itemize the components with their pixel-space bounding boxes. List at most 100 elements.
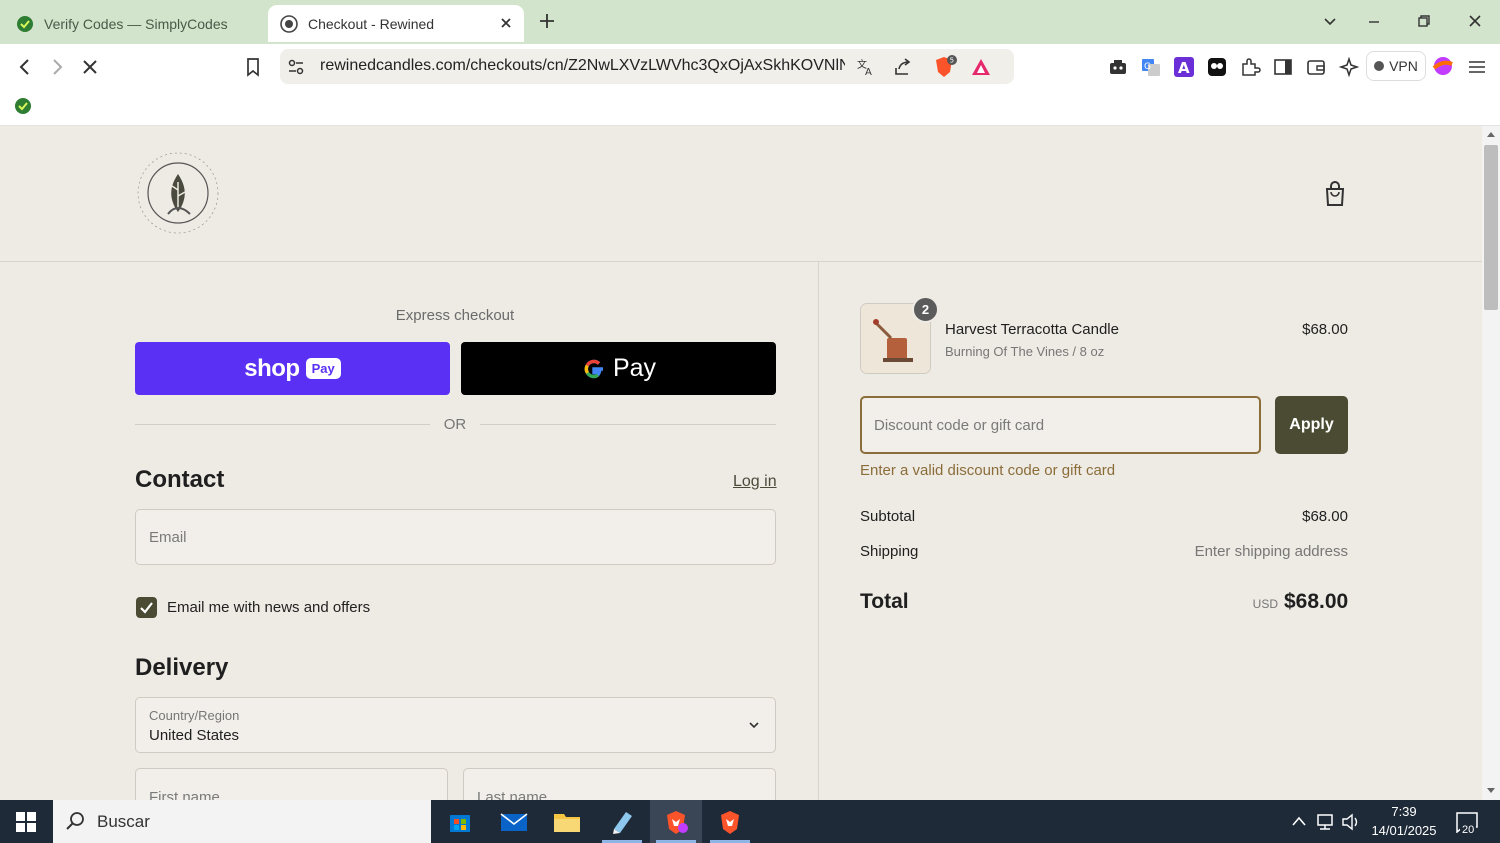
newsletter-checkbox[interactable] xyxy=(136,597,157,618)
tab-verify-codes[interactable]: Verify Codes — SimplyCodes xyxy=(16,5,256,42)
google-translate-extension-icon[interactable]: G xyxy=(1140,56,1162,78)
scrollbar-thumb[interactable] xyxy=(1484,145,1498,310)
google-pay-label: Pay xyxy=(612,354,657,382)
start-button[interactable] xyxy=(0,800,52,843)
contact-heading: Contact xyxy=(135,466,225,493)
site-settings-icon[interactable] xyxy=(287,58,305,76)
checkout-page: Express checkout shop Pay Pay OR Contact… xyxy=(0,126,1482,800)
header-divider xyxy=(0,261,1482,262)
apply-discount-button[interactable]: Apply xyxy=(1275,396,1348,454)
mail-icon xyxy=(500,812,528,831)
cart-bag-icon[interactable] xyxy=(1322,180,1348,208)
last-name-field[interactable]: Last name xyxy=(463,768,776,800)
first-name-field[interactable]: First name xyxy=(135,768,448,800)
or-divider-left xyxy=(135,424,430,425)
profile-avatar-icon[interactable] xyxy=(1432,55,1454,77)
product-name: Harvest Terracotta Candle xyxy=(945,321,1119,338)
shipping-value: Enter shipping address xyxy=(1194,543,1348,560)
taskbar-brave-active[interactable] xyxy=(650,800,702,843)
translate-icon[interactable]: 文A xyxy=(856,57,876,77)
vpn-button[interactable]: VPN xyxy=(1366,51,1426,81)
or-label: OR xyxy=(443,416,467,433)
google-pay-button[interactable]: Pay xyxy=(461,342,776,395)
close-tab-icon[interactable] xyxy=(498,15,514,31)
forward-icon[interactable] xyxy=(46,56,68,78)
login-link[interactable]: Log in xyxy=(733,473,777,491)
windows-taskbar: Buscar 7:39 14/01/2025 20 xyxy=(0,800,1500,843)
stop-loading-icon[interactable] xyxy=(79,56,101,78)
clock-date[interactable]: 14/01/2025 xyxy=(1368,823,1440,838)
svg-text:A: A xyxy=(1178,59,1190,77)
svg-text:A: A xyxy=(865,67,872,77)
simplycodes-bookmark-icon[interactable] xyxy=(14,97,32,115)
discount-error-message: Enter a valid discount code or gift card xyxy=(860,462,1116,479)
folder-icon xyxy=(554,813,580,832)
minimize-icon[interactable] xyxy=(1366,13,1382,29)
taskbar-search[interactable]: Buscar xyxy=(53,800,431,843)
network-icon[interactable] xyxy=(1315,813,1335,831)
delivery-heading: Delivery xyxy=(135,654,229,681)
extension-eyes-icon[interactable] xyxy=(1206,56,1228,78)
clock-time[interactable]: 7:39 xyxy=(1372,804,1436,819)
country-select[interactable]: Country/Region United States xyxy=(135,697,776,753)
product-price: $68.00 xyxy=(1302,321,1348,338)
discount-code-input[interactable]: Discount code or gift card xyxy=(860,396,1261,454)
column-divider xyxy=(818,262,819,800)
shop-pay-button[interactable]: shop Pay xyxy=(135,342,450,395)
shipping-label: Shipping xyxy=(860,543,919,560)
bookmark-icon[interactable] xyxy=(242,56,264,78)
microsoft-store-icon xyxy=(450,814,470,832)
url-text[interactable]: rewinedcandles.com/checkouts/cn/Z2NwLXVz… xyxy=(320,57,845,75)
newsletter-label: Email me with news and offers xyxy=(167,599,371,616)
country-label: Country/Region xyxy=(149,708,240,723)
volume-icon[interactable] xyxy=(1341,813,1361,831)
bookmarks-bar xyxy=(0,90,1500,126)
taskbar-mail[interactable] xyxy=(488,800,540,843)
tab-checkout-rewined[interactable]: Checkout - Rewined xyxy=(268,5,524,42)
wallet-icon[interactable] xyxy=(1305,56,1327,78)
scroll-down-icon[interactable] xyxy=(1486,787,1496,795)
svg-text:G: G xyxy=(1144,62,1151,72)
sidebar-toggle-icon[interactable] xyxy=(1272,56,1294,78)
extension-a-icon[interactable]: A xyxy=(1173,56,1195,78)
email-field[interactable]: Email xyxy=(135,509,776,565)
simplycodes-icon xyxy=(17,15,33,32)
taskbar-brave-2[interactable] xyxy=(704,800,756,843)
quantity-badge: 2 xyxy=(912,296,939,323)
discount-placeholder: Discount code or gift card xyxy=(874,417,1045,434)
tab-title: Checkout - Rewined xyxy=(308,15,435,32)
leo-ai-icon[interactable] xyxy=(1338,56,1360,78)
brave-browser-icon xyxy=(667,810,688,834)
vpn-label: VPN xyxy=(1389,58,1418,74)
email-placeholder: Email xyxy=(149,529,187,546)
scroll-up-icon[interactable] xyxy=(1486,130,1496,138)
extensions-puzzle-icon[interactable] xyxy=(1239,56,1261,78)
taskbar-file-explorer[interactable] xyxy=(541,800,593,843)
show-hidden-icons-icon[interactable] xyxy=(1291,815,1307,827)
subtotal-value: $68.00 xyxy=(1302,508,1348,525)
brave-rewards-icon[interactable] xyxy=(970,56,992,78)
taskbar-store[interactable] xyxy=(434,800,486,843)
menu-icon[interactable] xyxy=(1466,56,1488,78)
search-icon xyxy=(66,812,84,830)
new-tab-icon[interactable] xyxy=(538,12,556,30)
restore-icon[interactable] xyxy=(1416,13,1432,29)
taskbar-notes-app[interactable] xyxy=(596,800,648,843)
first-name-placeholder: First name xyxy=(149,789,220,800)
share-icon[interactable] xyxy=(893,57,913,77)
country-value: United States xyxy=(149,727,240,744)
extension-robot-icon[interactable] xyxy=(1107,56,1129,78)
product-variant: Burning Of The Vines / 8 oz xyxy=(945,344,1105,359)
back-icon[interactable] xyxy=(14,56,36,78)
brave-shields-icon[interactable]: 5 xyxy=(932,54,958,80)
subtotal-label: Subtotal xyxy=(860,508,916,525)
shop-pay-wordmark: shop xyxy=(244,354,300,382)
notification-count: 20 xyxy=(1460,824,1477,836)
shop-pay-pill: Pay xyxy=(305,358,341,379)
tab-search-chevron-icon[interactable] xyxy=(1322,13,1338,29)
rewined-logo[interactable] xyxy=(134,146,222,238)
close-window-icon[interactable] xyxy=(1467,13,1483,29)
last-name-placeholder: Last name xyxy=(477,789,548,800)
windows-logo-icon xyxy=(16,811,36,832)
total-label: Total xyxy=(860,590,909,613)
